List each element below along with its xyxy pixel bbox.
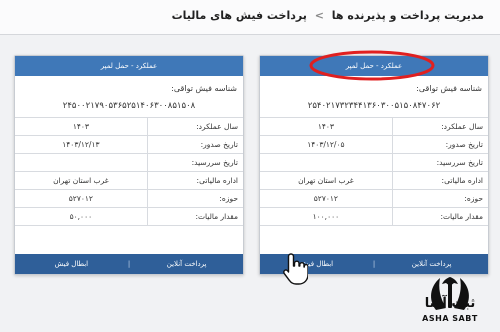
cancel-slip-button[interactable]: ابطال فیش	[15, 260, 128, 268]
table-row: اداره مالیاتی: غرب استان تهران	[260, 171, 488, 190]
row-label: تاریخ صدور:	[147, 135, 243, 154]
table-row: سال عملکرد: ۱۴۰۳	[260, 118, 488, 136]
table-row: سال عملکرد: ۱۴۰۳	[15, 118, 243, 136]
tax-slip-card-1: عملکرد - حمل لمپر شناسه فیش تواقی: ۲۵۴۰۲…	[259, 50, 489, 275]
card-footer: پرداخت آنلاین | ابطال فیش	[15, 254, 243, 274]
card-body: شناسه فیش تواقی: ۲۴۵۰۰۲۱۷۹۰۵۳۶۵۲۵۱۴۰۶۳۰۰…	[15, 76, 243, 226]
row-label: مقدار مالیات:	[147, 207, 243, 226]
row-value: ۵۲۷۰۱۲	[15, 189, 148, 208]
row-label: سال عملکرد:	[147, 118, 243, 136]
page-header: مدیریت پرداخت و پذیرنده ها > پرداخت فیش …	[0, 0, 500, 35]
pay-online-button[interactable]: پرداخت آنلاین	[130, 260, 243, 268]
watermark-en-text: ASHA SABT	[422, 314, 478, 323]
row-label: اداره مالیاتی:	[392, 171, 488, 190]
row-label: حوزه:	[147, 189, 243, 208]
breadcrumb-separator: >	[314, 9, 324, 22]
footer-divider: |	[127, 260, 131, 268]
row-value: غرب استان تهران	[15, 171, 148, 190]
row-value: ۱۴۰۳	[15, 118, 148, 136]
cancel-slip-button[interactable]: ابطال فیش	[260, 260, 373, 268]
row-label: سال عملکرد:	[392, 118, 488, 136]
breadcrumb-parent[interactable]: مدیریت پرداخت و پذیرنده ها	[332, 9, 484, 22]
slip-id-value: ۲۴۵۰۰۲۱۷۹۰۵۳۶۵۲۵۱۴۰۶۳۰۰۸۵۱۵۰۸	[15, 95, 243, 118]
breadcrumb-current: پرداخت فیش های مالیات	[171, 9, 307, 22]
row-value: ۱۴۰۳/۱۲/۰۵	[260, 135, 393, 154]
row-label: تاریخ صدور:	[392, 135, 488, 154]
card-title: عملکرد - حمل لمپر	[100, 62, 158, 70]
table-row: تاریخ سررسید:	[260, 153, 488, 172]
watermark-fa-text: ثبت آشا	[424, 296, 476, 311]
breadcrumb: مدیریت پرداخت و پذیرنده ها > پرداخت فیش …	[172, 9, 484, 22]
row-label: تاریخ سررسید:	[392, 153, 488, 172]
table-row: تاریخ صدور: ۱۴۰۳/۱۲/۰۵	[260, 135, 488, 154]
card-header: عملکرد - حمل لمپر	[260, 50, 488, 81]
table-row: تاریخ سررسید:	[15, 153, 243, 172]
hand-pointer-icon	[283, 253, 308, 285]
row-value: ۱۴۰۳	[260, 118, 393, 136]
table-row: تاریخ صدور: ۱۴۰۳/۱۲/۱۳	[15, 135, 243, 154]
row-value: ۵۰,۰۰۰	[15, 207, 148, 226]
row-value: ۱۰۰,۰۰۰	[260, 207, 393, 226]
row-value: غرب استان تهران	[260, 171, 393, 190]
row-value: ۱۴۰۳/۱۲/۱۳	[15, 135, 148, 154]
red-highlight-ellipse	[309, 50, 435, 81]
slip-details-table: سال عملکرد: ۱۴۰۳ تاریخ صدور: ۱۴۰۳/۱۲/۰۵ …	[260, 118, 488, 226]
slip-id-value: ۲۵۴۰۲۱۷۳۲۳۴۴۱۳۶۰۳۰۰۵۱۵۰۸۴۷۰۶۲	[260, 95, 488, 118]
table-row: مقدار مالیات: ۵۰,۰۰۰	[15, 207, 243, 226]
row-value	[260, 153, 393, 172]
row-value: ۵۲۷۰۱۲	[260, 189, 393, 208]
row-value	[15, 153, 148, 172]
slip-id-label: شناسه فیش تواقی:	[171, 84, 237, 93]
table-row: حوزه: ۵۲۷۰۱۲	[15, 189, 243, 208]
card-body: شناسه فیش تواقی: ۲۵۴۰۲۱۷۳۲۳۴۴۱۳۶۰۳۰۰۵۱۵۰…	[260, 76, 488, 226]
table-row: مقدار مالیات: ۱۰۰,۰۰۰	[260, 207, 488, 226]
footer-divider: |	[372, 260, 376, 268]
card-header: عملکرد - حمل لمپر	[15, 56, 243, 76]
slip-details-table: سال عملکرد: ۱۴۰۳ تاریخ صدور: ۱۴۰۳/۱۲/۱۳ …	[15, 118, 243, 226]
row-label: حوزه:	[392, 189, 488, 208]
row-label: مقدار مالیات:	[392, 207, 488, 226]
row-label: تاریخ سررسید:	[147, 153, 243, 172]
table-row: اداره مالیاتی: غرب استان تهران	[15, 171, 243, 190]
table-row: حوزه: ۵۲۷۰۱۲	[260, 189, 488, 208]
tax-slip-card-2: عملکرد - حمل لمپر شناسه فیش تواقی: ۲۴۵۰۰…	[14, 55, 244, 275]
row-label: اداره مالیاتی:	[147, 171, 243, 190]
